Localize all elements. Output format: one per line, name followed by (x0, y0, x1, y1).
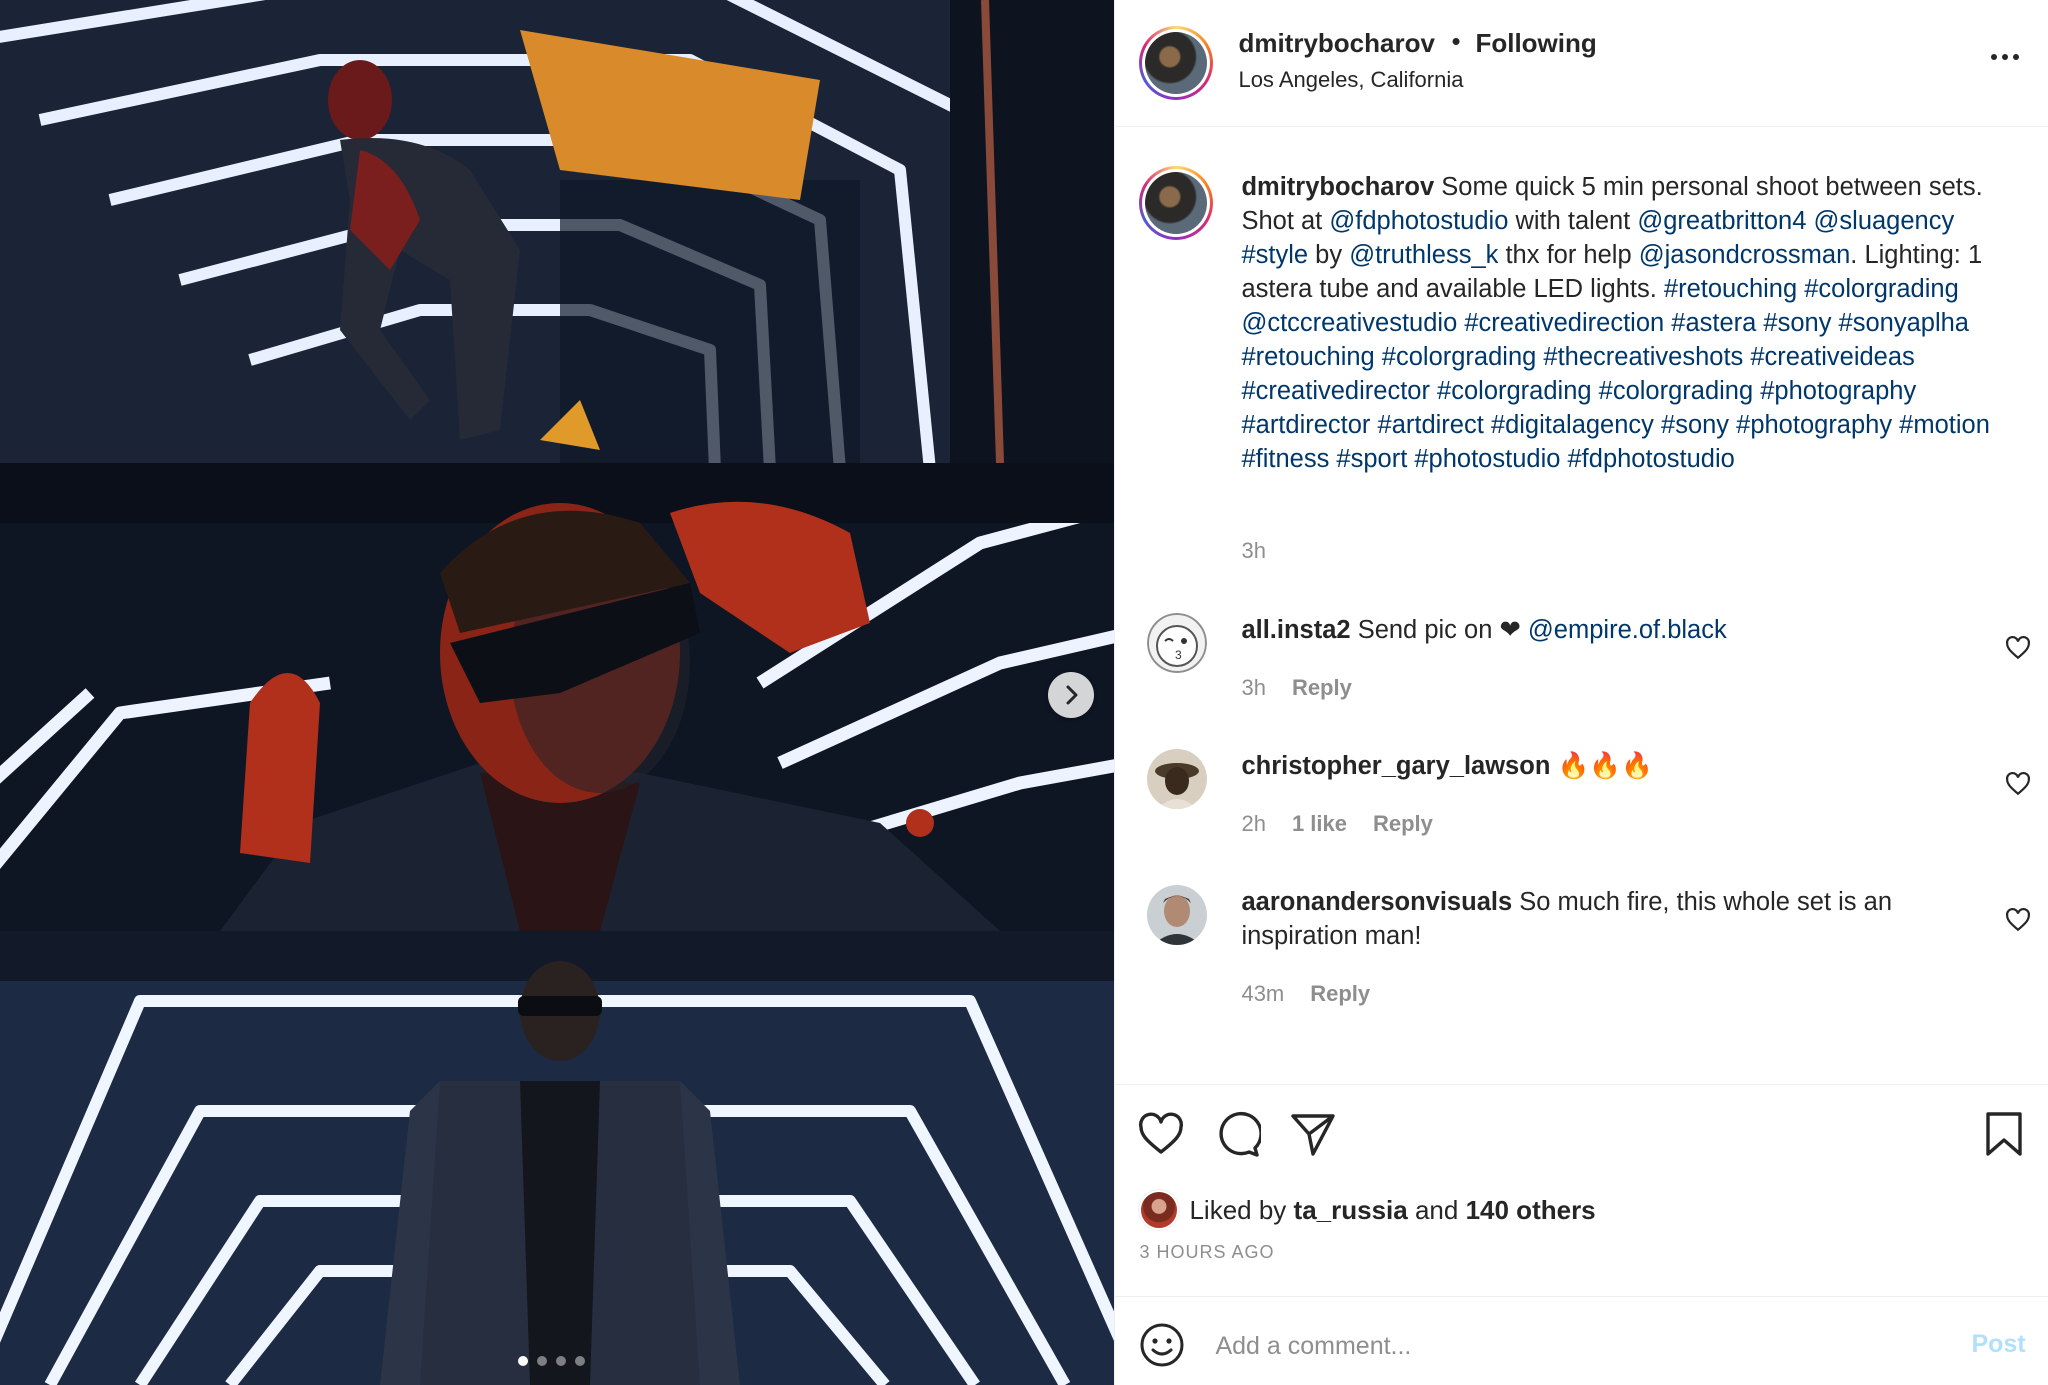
photo-panel-middle (0, 463, 1115, 931)
comment-mention[interactable]: @empire.of.black (1528, 616, 1727, 644)
comment-time[interactable]: 43m (1241, 981, 1284, 1007)
carousel-dot (518, 1356, 528, 1366)
comment-username[interactable]: aaronandersonvisuals (1241, 888, 1512, 916)
caption-segment (1806, 207, 1813, 235)
caption-text: dmitrybocharov Some quick 5 min personal… (1241, 170, 2021, 476)
comment-text: christopher_gary_lawson 🔥🔥🔥 (1241, 752, 1653, 780)
liker-username[interactable]: ta_russia (1294, 1195, 1408, 1226)
commenter-avatar[interactable] (1147, 885, 1208, 945)
commenter-avatar[interactable]: 3 (1147, 613, 1208, 673)
photo-panel-bottom (0, 931, 1115, 1385)
comment-time[interactable]: 3h (1241, 675, 1265, 701)
smiley-icon[interactable] (1139, 1322, 1185, 1368)
carousel-next-button[interactable] (1048, 672, 1094, 718)
carousel-dot (575, 1356, 585, 1366)
commenter-avatar[interactable] (1147, 749, 1208, 809)
caption-timestamp[interactable]: 3h (1241, 538, 1265, 564)
caption-segment: thx for help (1498, 241, 1639, 269)
bookmark-icon[interactable] (1980, 1110, 2028, 1158)
reply-button[interactable]: Reply (1292, 675, 1352, 701)
author-avatar[interactable] (1139, 26, 1214, 100)
caption-link[interactable]: @sluagency (1814, 207, 1955, 235)
heart-icon[interactable] (2005, 771, 2031, 797)
comment-meta: 2h 1 like Reply (1241, 811, 1432, 837)
comment-meta: 43m Reply (1241, 981, 1370, 1007)
comment-text: aaronandersonvisuals So much fire, this … (1241, 888, 1893, 950)
heart-icon[interactable] (2005, 635, 2031, 661)
comment-text: all.insta2 Send pic on ❤ @empire.of.blac… (1241, 616, 1727, 644)
comment-likes[interactable]: 1 like (1292, 811, 1347, 837)
caption-link[interactable]: @truthless_k (1349, 241, 1498, 269)
likes-summary: Liked by ta_russia and 140 others (1139, 1190, 1596, 1230)
caption-link[interactable]: @greatbritton4 (1637, 207, 1806, 235)
caption-link[interactable]: @fdphotostudio (1329, 207, 1508, 235)
heart-icon[interactable] (2005, 907, 2031, 933)
svg-text:3: 3 (1175, 648, 1182, 662)
comment-username[interactable]: all.insta2 (1241, 616, 1350, 644)
comment-username[interactable]: christopher_gary_lawson (1241, 752, 1550, 780)
divider (1115, 1296, 2048, 1297)
reply-button[interactable]: Reply (1310, 981, 1370, 1007)
carousel-indicator (518, 1356, 585, 1366)
following-button[interactable]: Following (1475, 28, 1596, 59)
speech-bubble-icon[interactable] (1213, 1110, 1262, 1158)
post-comment-button[interactable]: Post (1971, 1330, 2025, 1359)
add-comment-input[interactable] (1213, 1322, 1898, 1370)
caption-link[interactable]: #retouching #colorgrading @ctccreativest… (1241, 275, 1989, 473)
liker-avatar[interactable] (1139, 1190, 1180, 1230)
paper-plane-icon[interactable] (1289, 1110, 1337, 1158)
comment-time[interactable]: 2h (1241, 811, 1265, 837)
caption-username[interactable]: dmitrybocharov (1241, 173, 1434, 201)
post-location[interactable]: Los Angeles, California (1238, 67, 1463, 93)
post-media-carousel[interactable] (0, 0, 1115, 1385)
carousel-dot (556, 1356, 566, 1366)
post-sidebar: dmitrybocharov • Following Los Angeles, … (1114, 0, 2048, 1385)
post-header: dmitrybocharov • Following Los Angeles, … (1115, 0, 2048, 127)
header-separator: • (1451, 26, 1461, 56)
reply-button[interactable]: Reply (1373, 811, 1433, 837)
caption-author-avatar[interactable] (1139, 166, 1214, 240)
photo-panel-top (0, 0, 1115, 463)
author-username[interactable]: dmitrybocharov (1238, 28, 1435, 59)
carousel-dot (537, 1356, 547, 1366)
post-timestamp[interactable]: 3 HOURS AGO (1139, 1242, 1274, 1263)
caption-link[interactable]: #style (1241, 241, 1308, 269)
divider (1115, 1084, 2048, 1085)
caption-segment: by (1308, 241, 1350, 269)
heart-icon[interactable] (1137, 1110, 1185, 1158)
likes-count[interactable]: 140 others (1466, 1195, 1596, 1226)
comment-meta: 3h Reply (1241, 675, 1351, 701)
caption-link[interactable]: @jasondcrossman (1639, 241, 1851, 269)
more-options-icon[interactable] (1985, 48, 2025, 66)
caption-segment: with talent (1508, 207, 1638, 235)
chevron-right-icon (1066, 685, 1078, 705)
